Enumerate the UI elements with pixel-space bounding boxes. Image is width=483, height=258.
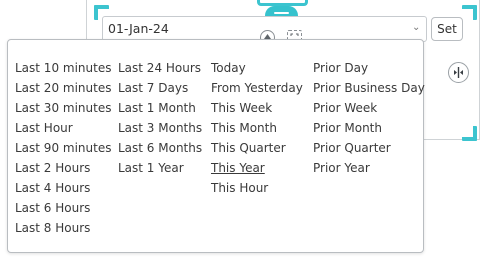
option-last-6-hours[interactable]: Last 6 Hours	[15, 198, 111, 218]
option-last-3-months[interactable]: Last 3 Months	[118, 118, 202, 138]
dropdown-column-current-period: Today From Yesterday This Week This Mont…	[211, 58, 303, 198]
option-this-year[interactable]: This Year	[211, 158, 303, 178]
option-prior-quarter[interactable]: Prior Quarter	[313, 138, 425, 158]
option-last-4-hours[interactable]: Last 4 Hours	[15, 178, 111, 198]
option-from-yesterday[interactable]: From Yesterday	[211, 78, 303, 98]
option-last-1-year[interactable]: Last 1 Year	[118, 158, 202, 178]
option-last-2-hours[interactable]: Last 2 Hours	[15, 158, 111, 178]
option-last-30-minutes[interactable]: Last 30 minutes	[15, 98, 111, 118]
dropdown-column-minutes-hours: Last 10 minutes Last 20 minutes Last 30 …	[15, 58, 111, 238]
relative-date-dropdown: Last 10 minutes Last 20 minutes Last 30 …	[7, 39, 425, 253]
option-prior-year[interactable]: Prior Year	[313, 158, 425, 178]
selection-corner-top-right[interactable]	[462, 5, 477, 20]
chevron-down-icon[interactable]: ⌄	[412, 22, 420, 34]
set-button[interactable]: Set	[431, 17, 463, 41]
option-last-8-hours[interactable]: Last 8 Hours	[15, 218, 111, 238]
option-last-24-hours[interactable]: Last 24 Hours	[118, 58, 202, 78]
split-horizontal-icon[interactable]	[448, 62, 469, 83]
option-last-1-month[interactable]: Last 1 Month	[118, 98, 202, 118]
option-prior-business-day[interactable]: Prior Business Day	[313, 78, 425, 98]
dropdown-column-days-months: Last 24 Hours Last 7 Days Last 1 Month L…	[118, 58, 202, 178]
option-last-7-days[interactable]: Last 7 Days	[118, 78, 202, 98]
option-this-quarter[interactable]: This Quarter	[211, 138, 303, 158]
option-prior-week[interactable]: Prior Week	[313, 98, 425, 118]
selection-corner-bottom-right[interactable]	[462, 126, 477, 141]
date-value: 01-Jan-24	[108, 21, 169, 36]
option-prior-day[interactable]: Prior Day	[313, 58, 425, 78]
date-filter-widget: 01-Jan-24 ⌄ Set Last 10 minutes Last 20 …	[0, 0, 483, 258]
option-this-week[interactable]: This Week	[211, 98, 303, 118]
option-last-6-months[interactable]: Last 6 Months	[118, 138, 202, 158]
option-last-90-minutes[interactable]: Last 90 minutes	[15, 138, 111, 158]
option-this-hour[interactable]: This Hour	[211, 178, 303, 198]
option-prior-month[interactable]: Prior Month	[313, 118, 425, 138]
option-this-month[interactable]: This Month	[211, 118, 303, 138]
dropdown-column-prior-period: Prior Day Prior Business Day Prior Week …	[313, 58, 425, 178]
option-last-hour[interactable]: Last Hour	[15, 118, 111, 138]
option-last-20-minutes[interactable]: Last 20 minutes	[15, 78, 111, 98]
option-last-10-minutes[interactable]: Last 10 minutes	[15, 58, 111, 78]
option-today[interactable]: Today	[211, 58, 303, 78]
drag-handle-bar	[274, 12, 289, 14]
